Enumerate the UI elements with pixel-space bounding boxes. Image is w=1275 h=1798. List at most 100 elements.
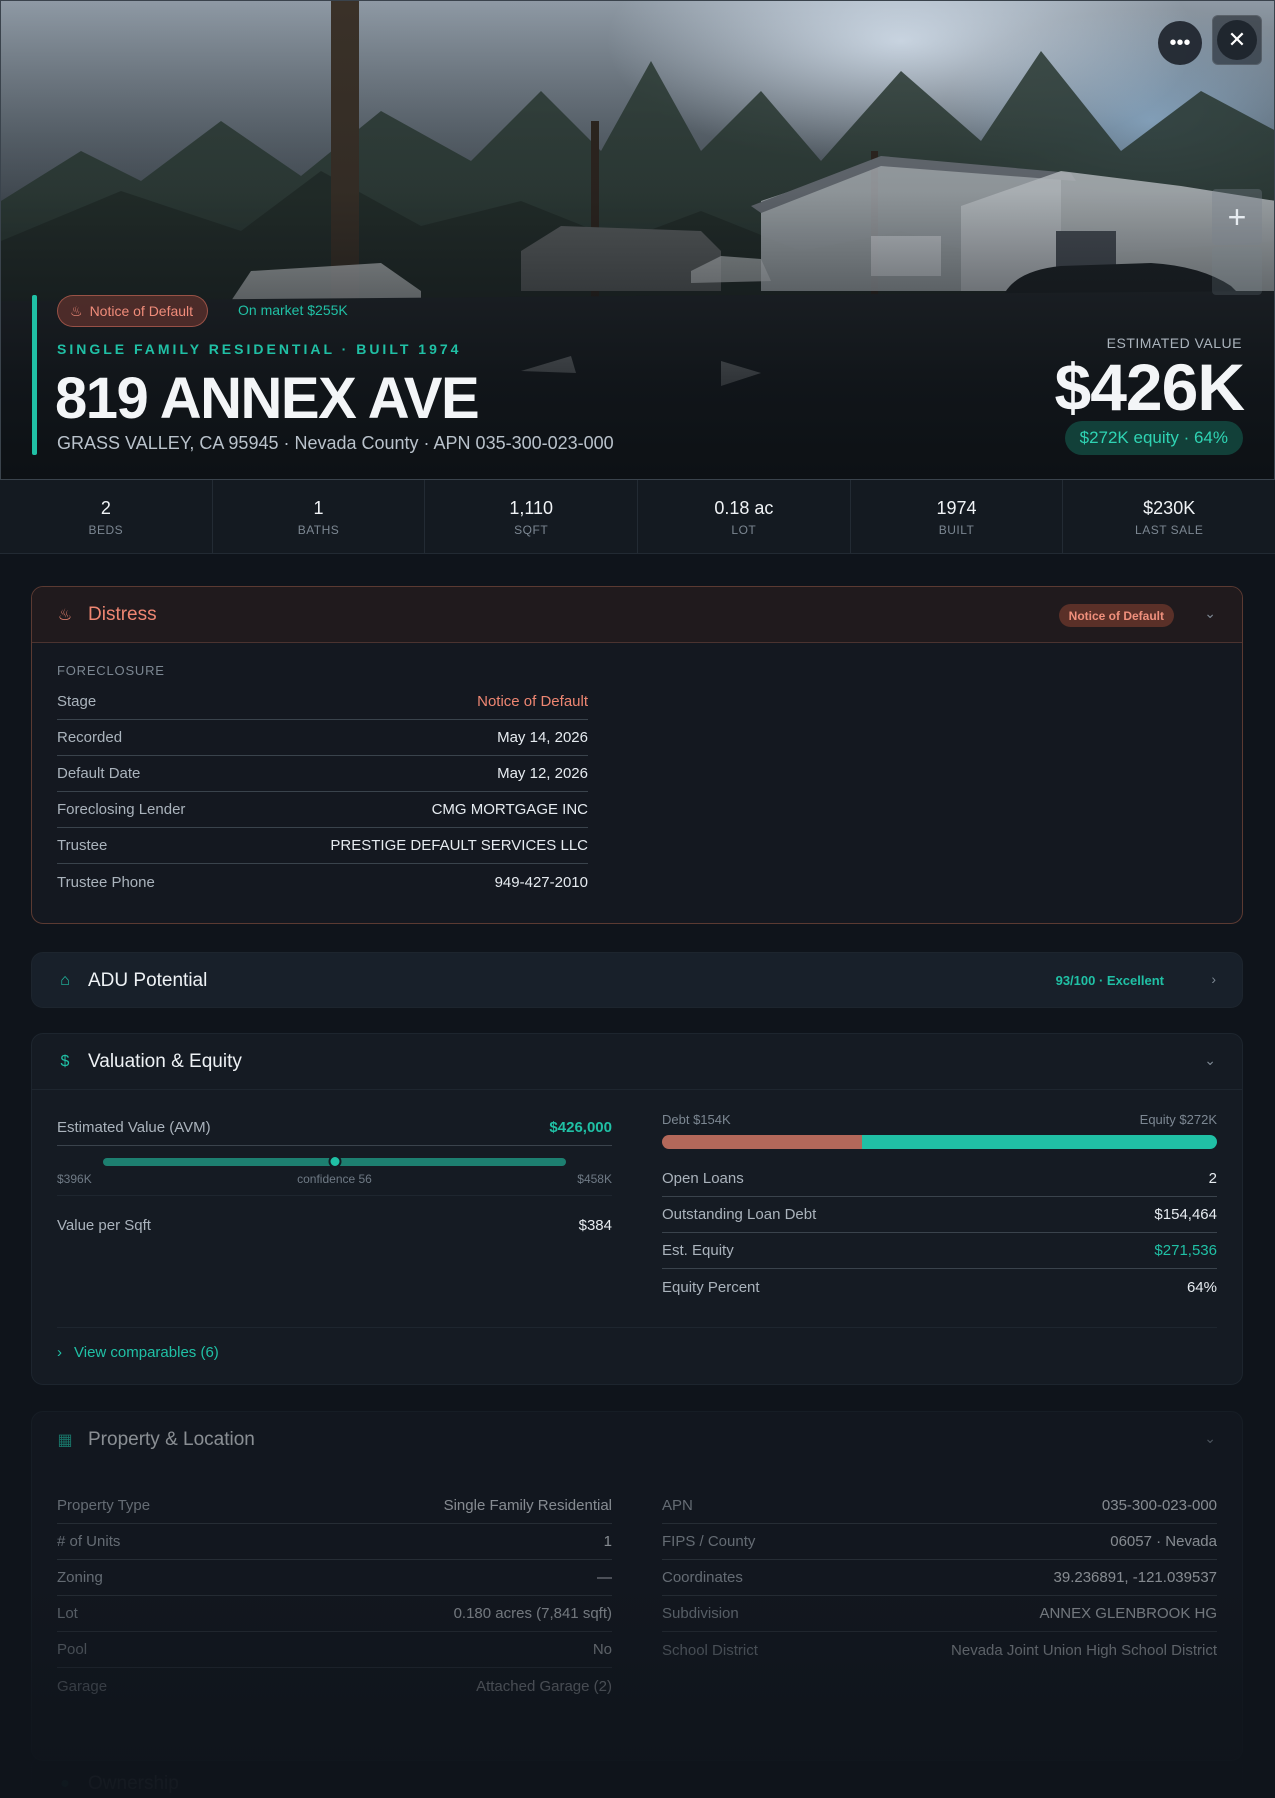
- kv-value: 0.180 acres (7,841 sqft): [453, 1605, 612, 1622]
- kv-key: # of Units: [57, 1533, 121, 1550]
- kv-value: May 14, 2026: [497, 729, 588, 746]
- stat-label: BEDS: [88, 523, 124, 537]
- home-icon: ⌂: [60, 972, 70, 989]
- kv-key: Est. Equity: [662, 1242, 734, 1259]
- stats-bar: 2 BEDS 1 BATHS 1,110 SQFT 0.18 ac LOT 1974 BU…: [0, 480, 1275, 554]
- kv-key: Recorded: [57, 729, 123, 746]
- kv-key: Subdivision: [662, 1605, 739, 1622]
- kv-row: Zoning —: [57, 1560, 612, 1596]
- kv-row: Est. Equity $271,536: [662, 1233, 1217, 1269]
- kv-key: Outstanding Loan Debt: [662, 1206, 817, 1223]
- flame-icon: ♨: [70, 302, 83, 319]
- adu-card[interactable]: ⌂ ADU Potential 93/100 · Excellent ›: [31, 952, 1243, 1008]
- distress-title: Distress: [88, 603, 157, 625]
- kv-key: Property Type: [57, 1497, 151, 1514]
- property-right-column: APN 035-300-023-000 FIPS / County 06057 · …: [662, 1488, 1217, 1704]
- property-sub-address: GRASS VALLEY, CA 95945 · Nevada County ·…: [57, 433, 614, 453]
- plus-icon: +: [1227, 198, 1247, 235]
- close-button[interactable]: ✕: [1212, 15, 1262, 65]
- kv-value: $154,464: [1154, 1206, 1217, 1223]
- ppsf-label: Value per Sqft: [57, 1216, 151, 1234]
- kv-key: Garage: [57, 1677, 108, 1695]
- adu-header[interactable]: ⌂ ADU Potential 93/100 · Excellent ›: [32, 953, 1242, 1007]
- debt-label: Debt $154K: [662, 1112, 731, 1127]
- avm-label: Estimated Value (AVM): [57, 1119, 211, 1136]
- kv-key: APN: [662, 1497, 693, 1514]
- debt-equity-labels: Debt $154K Equity $272K: [662, 1112, 1217, 1127]
- kv-value: 64%: [1186, 1278, 1217, 1296]
- adu-title: ADU Potential: [88, 970, 208, 991]
- ppsf-row: Value per Sqft $384: [57, 1196, 612, 1254]
- distress-card: ♨ Distress Notice of Default ⌄ FORECLOSU…: [31, 586, 1243, 924]
- foreclosure-caption: FORECLOSURE: [57, 663, 165, 678]
- chevron-down-icon[interactable]: ⌄: [1204, 1430, 1216, 1447]
- chevron-down-icon[interactable]: ⌄: [1204, 605, 1216, 622]
- ppsf-value: $384: [578, 1216, 612, 1234]
- kv-row: Equity Percent 64%: [662, 1269, 1217, 1305]
- kv-value: 06057 · Nevada: [1110, 1533, 1217, 1550]
- distress-header[interactable]: ♨ Distress Notice of Default ⌄: [32, 587, 1242, 643]
- equity-column: Debt $154K Equity $272K Open Loans 2 Outs…: [662, 1110, 1217, 1305]
- more-options-button[interactable]: •••: [1158, 21, 1202, 65]
- valuation-title: Valuation & Equity: [88, 1050, 242, 1072]
- kv-value: 035-300-023-000: [1101, 1497, 1217, 1514]
- kv-row: Subdivision ANNEX GLENBROOK HG: [662, 1596, 1217, 1632]
- kv-key: Stage: [57, 693, 97, 710]
- stat-value: 1: [313, 498, 324, 518]
- stat-value: 2: [100, 498, 111, 518]
- kv-row: Trustee PRESTIGE DEFAULT SERVICES LLC: [57, 828, 588, 864]
- hero-photo: ••• ✕ + ♨ Notice of Default On market $2…: [0, 0, 1275, 480]
- zoom-out-button[interactable]: [1212, 247, 1262, 295]
- kv-value: 949-427-2010: [494, 873, 588, 891]
- kv-row: Trustee Phone 949-427-2010: [57, 864, 588, 900]
- zoom-in-button[interactable]: +: [1212, 189, 1262, 245]
- stat-value: 0.18 ac: [714, 498, 774, 518]
- stat-value: $230K: [1143, 498, 1196, 518]
- kv-row: Recorded May 14, 2026: [57, 720, 588, 756]
- stat-last-sale: $230K LAST SALE: [1063, 480, 1275, 553]
- kv-row: Outstanding Loan Debt $154,464: [662, 1197, 1217, 1233]
- ownership-header[interactable]: ● Ownership: [32, 1756, 1242, 1798]
- stat-label: LAST SALE: [1135, 523, 1204, 537]
- equity-pill: $272K equity · 64%: [1064, 421, 1243, 455]
- view-comparables-link[interactable]: › View comparables (6): [57, 1344, 1217, 1361]
- property-location-card: ▦ Property & Location ⌄ Property Type Sin…: [31, 1411, 1243, 1761]
- chevron-right-icon: ›: [57, 1344, 62, 1361]
- stat-lot: 0.18 ac LOT: [638, 480, 851, 553]
- kv-key: Zoning: [57, 1569, 103, 1586]
- property-left-column: Property Type Single Family Residential #…: [57, 1488, 612, 1704]
- dollar-icon: $: [60, 1052, 70, 1070]
- chevron-right-icon[interactable]: ›: [1211, 971, 1216, 987]
- distress-chip-label: Notice of Default: [89, 303, 194, 319]
- ownership-title: Ownership: [88, 1773, 179, 1794]
- chevron-down-icon[interactable]: ⌄: [1204, 1052, 1216, 1069]
- confidence-label: confidence 56: [297, 1172, 372, 1186]
- property-header[interactable]: ▦ Property & Location ⌄: [32, 1412, 1242, 1468]
- debt-segment: [662, 1135, 862, 1149]
- stat-sqft: 1,110 SQFT: [425, 480, 639, 553]
- kv-value: Nevada Joint Union High School District: [951, 1641, 1217, 1659]
- kv-key: Equity Percent: [662, 1278, 760, 1296]
- range-low: $396K: [57, 1172, 92, 1186]
- distress-chip: ♨ Notice of Default: [57, 295, 209, 327]
- kv-row: Pool No: [57, 1632, 612, 1668]
- kv-key: Foreclosing Lender: [57, 801, 186, 818]
- kv-row: FIPS / County 06057 · Nevada: [662, 1524, 1217, 1560]
- avm-confidence-bar: [103, 1155, 566, 1168]
- kv-row: Default Date May 12, 2026: [57, 756, 588, 792]
- kv-row: Stage Notice of Default: [57, 684, 588, 720]
- valuation-body: Estimated Value (AVM) $426,000 $396K con…: [32, 1090, 1242, 1305]
- kv-key: School District: [662, 1641, 758, 1659]
- kv-key: Pool: [57, 1641, 88, 1658]
- kv-value: 1: [603, 1533, 612, 1550]
- stat-baths: 1 BATHS: [213, 480, 426, 553]
- equity-label: Equity $272K: [1139, 1112, 1217, 1127]
- kv-key: Open Loans: [662, 1170, 744, 1187]
- avm-column: Estimated Value (AVM) $426,000 $396K con…: [57, 1110, 612, 1305]
- avm-range-labels: $396K confidence 56 $458K: [57, 1172, 612, 1186]
- person-icon: ●: [60, 1775, 70, 1792]
- comparables-row: › View comparables (6): [57, 1327, 1217, 1361]
- close-icon: ✕: [1227, 27, 1247, 52]
- property-body: Property Type Single Family Residential #…: [32, 1468, 1242, 1704]
- valuation-header[interactable]: $ Valuation & Equity ⌄: [32, 1034, 1242, 1090]
